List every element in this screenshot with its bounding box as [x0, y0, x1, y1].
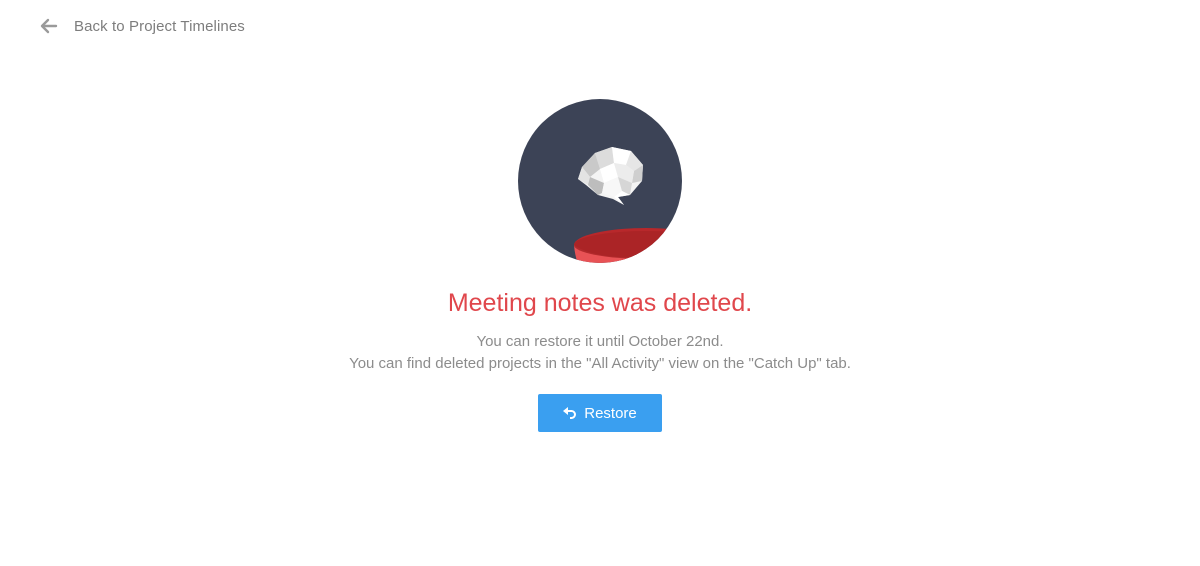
back-to-project-timelines-link[interactable]: Back to Project Timelines: [40, 14, 245, 38]
deleted-item-page: Back to Project Timelines Meeting notes …: [0, 0, 1200, 566]
back-link-label: Back to Project Timelines: [74, 17, 245, 35]
arrow-left-icon: [40, 18, 58, 34]
deleted-title: Meeting notes was deleted.: [447, 289, 753, 317]
deleted-projects-hint-text: You can find deleted projects in the "Al…: [349, 355, 851, 372]
restore-button-label: Restore: [584, 404, 637, 422]
restore-deadline-text: You can restore it until October 22nd.: [476, 333, 724, 350]
undo-arrow-icon: [563, 407, 577, 419]
restore-button[interactable]: Restore: [538, 394, 662, 432]
crumpled-paper-trash-icon: [518, 99, 682, 263]
